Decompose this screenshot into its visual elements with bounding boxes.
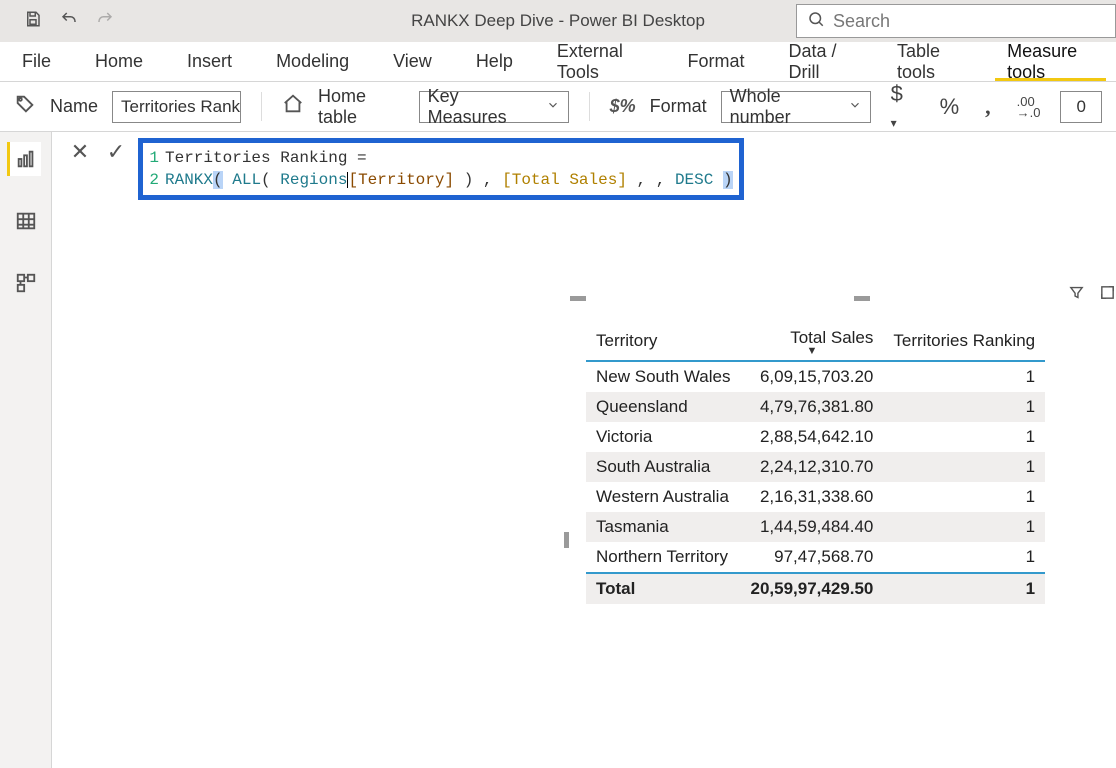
separator xyxy=(589,92,590,121)
save-icon[interactable] xyxy=(24,10,42,33)
quick-access-toolbar xyxy=(0,10,128,33)
data-table: Territory Total Sales▼ Territories Ranki… xyxy=(586,322,1045,604)
ribbon-tabs: File Home Insert Modeling View Help Exte… xyxy=(0,42,1116,82)
focus-mode-icon[interactable] xyxy=(1099,284,1116,306)
sort-desc-icon: ▼ xyxy=(750,348,873,354)
visual-header: ··· xyxy=(1068,284,1116,306)
line-number: 1 xyxy=(143,147,165,169)
separator xyxy=(261,92,262,121)
tab-external-tools[interactable]: External Tools xyxy=(535,42,666,81)
tab-modeling[interactable]: Modeling xyxy=(254,42,371,81)
decimals-input[interactable]: 0 xyxy=(1060,91,1102,123)
table-total-row: Total20,59,97,429.501 xyxy=(586,573,1045,604)
measure-name-input[interactable]: Territories Rank... xyxy=(112,91,241,123)
dax-line-2: RANKX( ALL( Regions[Territory] ) , [Tota… xyxy=(165,169,733,191)
report-canvas: ✕ ✓ 1 Territories Ranking = 2 RANKX( ALL… xyxy=(52,132,1116,768)
table-row[interactable]: Western Australia2,16,31,338.601 xyxy=(586,482,1045,512)
tab-insert[interactable]: Insert xyxy=(165,42,254,81)
name-icon xyxy=(14,93,36,120)
col-territory[interactable]: Territory xyxy=(586,322,740,361)
format-value: Whole number xyxy=(730,86,840,128)
report-view-button[interactable] xyxy=(7,142,41,176)
home-table-icon xyxy=(282,93,304,120)
line-number: 2 xyxy=(143,169,165,191)
tab-file[interactable]: File xyxy=(0,42,73,81)
redo-icon[interactable] xyxy=(96,10,114,33)
app-title: RANKX Deep Dive - Power BI Desktop xyxy=(411,11,705,31)
filter-icon[interactable] xyxy=(1068,284,1085,306)
title-bar: RANKX Deep Dive - Power BI Desktop Searc… xyxy=(0,0,1116,42)
home-table-value: Key Measures xyxy=(428,86,538,128)
format-label: Format xyxy=(650,96,707,117)
undo-icon[interactable] xyxy=(60,10,78,33)
format-icon: $% xyxy=(610,96,636,117)
tab-data-drill[interactable]: Data / Drill xyxy=(766,42,875,81)
chevron-down-icon xyxy=(546,96,560,117)
tab-help[interactable]: Help xyxy=(454,42,535,81)
search-icon xyxy=(807,10,825,33)
formula-bar: ✕ ✓ 1 Territories Ranking = 2 RANKX( ALL… xyxy=(52,132,1116,200)
selection-handles xyxy=(572,296,1116,302)
home-table-label: Home table xyxy=(318,86,405,128)
tab-measure-tools[interactable]: Measure tools xyxy=(985,42,1116,81)
tab-home[interactable]: Home xyxy=(73,42,165,81)
dax-line-1: Territories Ranking = xyxy=(165,147,367,169)
tab-view[interactable]: View xyxy=(371,42,454,81)
tab-table-tools[interactable]: Table tools xyxy=(875,42,985,81)
resize-handle[interactable] xyxy=(854,296,870,301)
search-box[interactable]: Search xyxy=(796,4,1116,38)
resize-handle[interactable] xyxy=(564,532,569,548)
col-rank[interactable]: Territories Ranking xyxy=(883,322,1045,361)
table-row[interactable]: South Australia2,24,12,310.701 xyxy=(586,452,1045,482)
tab-format[interactable]: Format xyxy=(665,42,766,81)
percent-format-button[interactable]: % xyxy=(934,94,966,120)
table-row[interactable]: Victoria2,88,54,642.101 xyxy=(586,422,1045,452)
table-row[interactable]: New South Wales6,09,15,703.201 xyxy=(586,361,1045,392)
cancel-formula-button[interactable]: ✕ xyxy=(66,138,94,166)
chevron-down-icon xyxy=(848,96,862,117)
search-placeholder: Search xyxy=(833,11,890,32)
col-total-sales[interactable]: Total Sales▼ xyxy=(740,322,883,361)
table-row[interactable]: Tasmania1,44,59,484.401 xyxy=(586,512,1045,542)
table-row[interactable]: Northern Territory97,47,568.701 xyxy=(586,542,1045,573)
table-visual[interactable]: ··· Territory Total Sales▼ Territories R… xyxy=(572,302,1116,762)
model-view-button[interactable] xyxy=(9,266,43,300)
data-view-button[interactable] xyxy=(9,204,43,238)
home-table-select[interactable]: Key Measures xyxy=(419,91,569,123)
decrease-decimals-button[interactable]: .00 →.0 xyxy=(1011,96,1047,118)
ribbon-measure-tools: Name Territories Rank... Home table Key … xyxy=(0,82,1116,132)
name-label: Name xyxy=(50,96,98,117)
resize-handle[interactable] xyxy=(570,296,586,301)
view-rail xyxy=(0,132,52,768)
table-body: New South Wales6,09,15,703.201 Queenslan… xyxy=(586,361,1045,604)
thousands-separator-button[interactable]: , xyxy=(979,94,997,120)
commit-formula-button[interactable]: ✓ xyxy=(102,138,130,166)
format-select[interactable]: Whole number xyxy=(721,91,871,123)
currency-format-button[interactable]: $ ▾ xyxy=(885,81,920,133)
dax-editor[interactable]: 1 Territories Ranking = 2 RANKX( ALL( Re… xyxy=(138,138,744,200)
table-row[interactable]: Queensland4,79,76,381.801 xyxy=(586,392,1045,422)
